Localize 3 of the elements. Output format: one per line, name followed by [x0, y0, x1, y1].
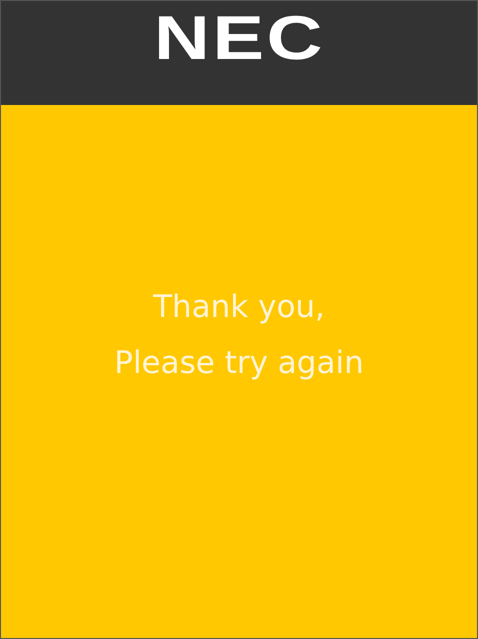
logo: NEC — [153, 8, 325, 70]
message-text: Thank you, — [153, 288, 325, 327]
message-text: Please try again — [114, 344, 364, 383]
